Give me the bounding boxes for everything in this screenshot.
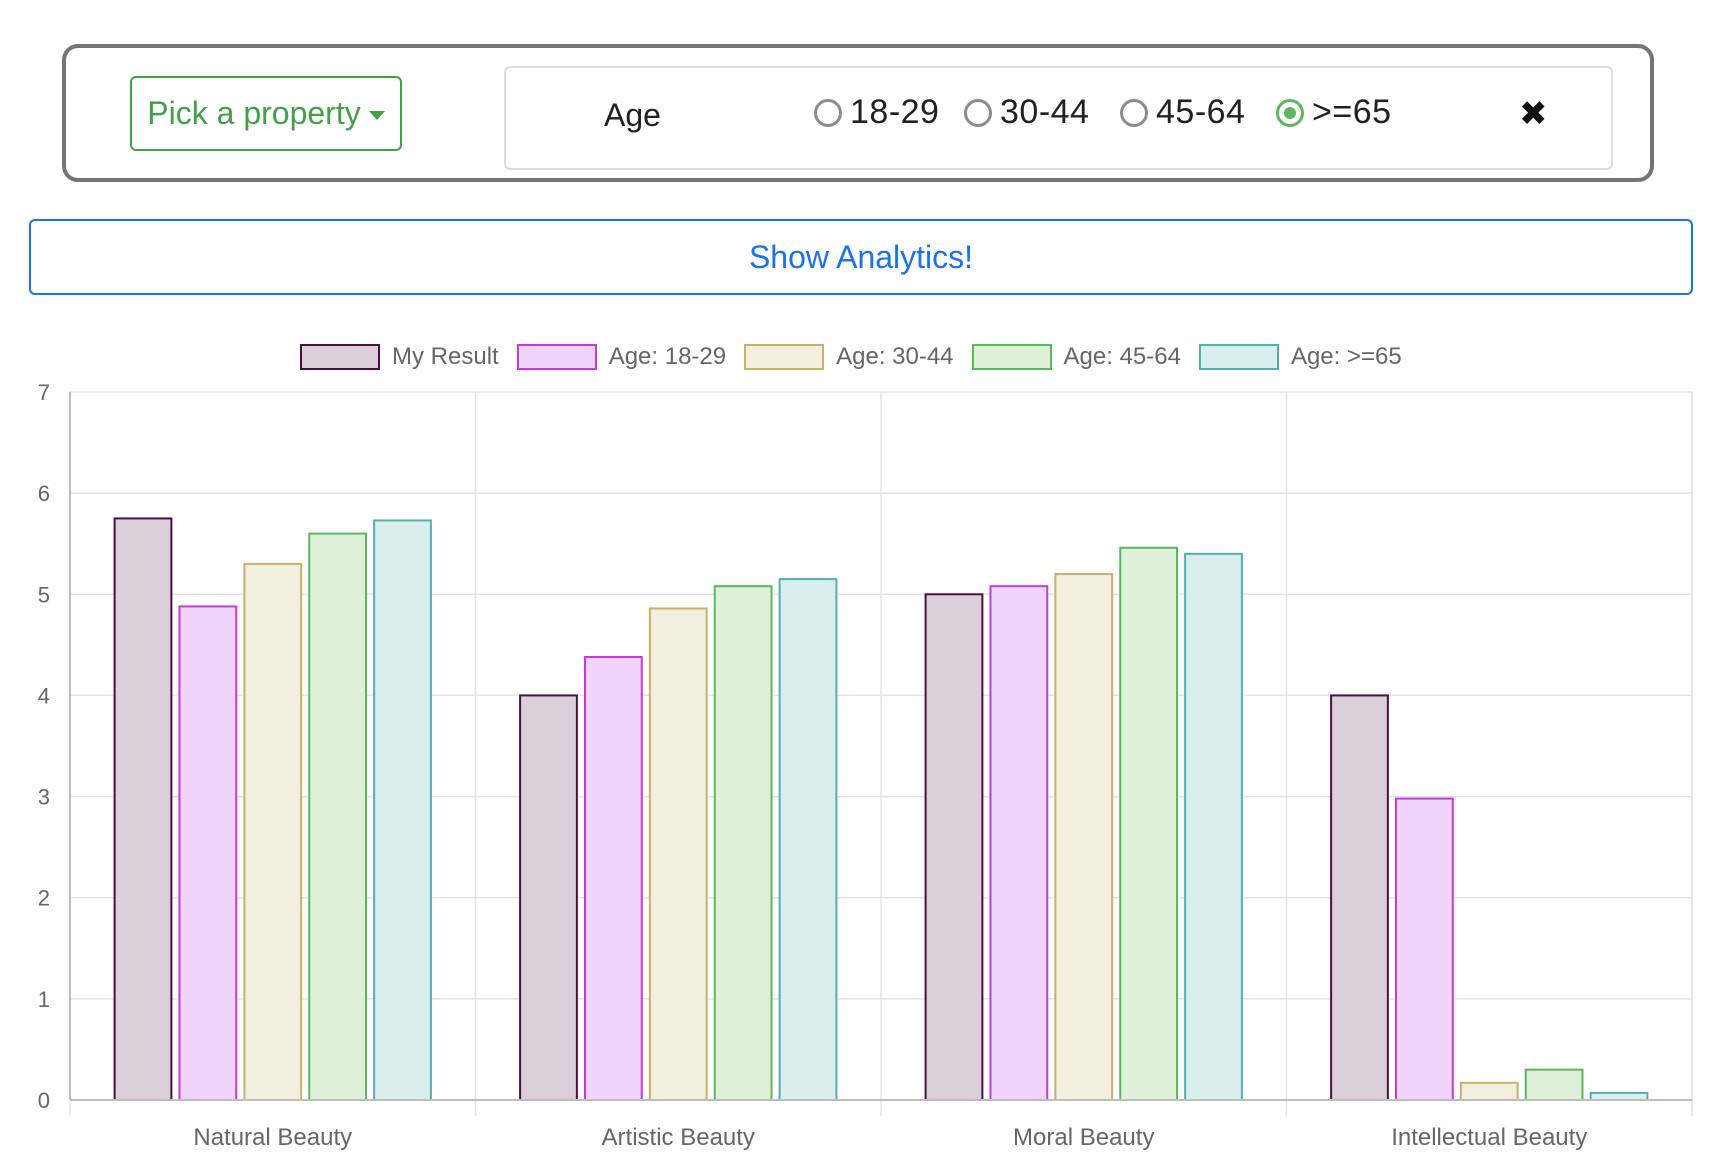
radio-button[interactable]	[1120, 98, 1148, 127]
legend-item[interactable]: Age: 18-29	[516, 343, 727, 371]
bar	[1054, 573, 1114, 1102]
property-panel: Age 18-29 30-44 45-64 >=65 ✖	[504, 66, 1613, 170]
pick-property-label: Pick a property	[147, 95, 361, 131]
show-analytics-button[interactable]: Show Analytics!	[29, 219, 1693, 295]
bar	[778, 578, 838, 1102]
bar	[243, 562, 303, 1101]
legend-swatch	[744, 344, 825, 370]
x-tick-label: Natural Beauty	[193, 1124, 352, 1151]
property-filter-box: Pick a property Age 18-29 30-44 45-64 >=…	[62, 44, 1654, 182]
legend-swatch	[516, 344, 597, 370]
radio-label: 30-44	[1000, 93, 1090, 131]
bar-chart: 0 1 2 3 4 5 6 7 Natural Beauty Artistic Beauty Mor…	[38, 380, 1693, 1151]
bar	[1589, 1091, 1649, 1101]
x-tick-label: Artistic Beauty	[602, 1124, 755, 1151]
pick-property-dropdown[interactable]: Pick a property	[130, 76, 402, 151]
y-tick-label: 7	[38, 380, 50, 405]
radio-label: >=65	[1312, 93, 1392, 131]
y-tick-label: 4	[38, 683, 50, 708]
radio-label: 45-64	[1156, 93, 1246, 131]
legend-label: My Result	[392, 343, 499, 370]
legend-item[interactable]: Age: >=65	[1198, 343, 1402, 371]
radio-option-45-64[interactable]: 45-64	[1120, 93, 1245, 132]
bar	[1524, 1068, 1584, 1102]
bar	[583, 655, 643, 1101]
bar	[1330, 694, 1389, 1101]
bar	[989, 585, 1049, 1102]
chart-legend: My Result Age: 18-29 Age: 30-44 Age: 45-64 A…	[300, 343, 1420, 371]
bar	[373, 519, 432, 1102]
legend-swatch	[971, 344, 1052, 370]
y-tick-label: 2	[38, 886, 50, 911]
bar	[1394, 797, 1454, 1101]
bar	[1184, 552, 1243, 1102]
y-tick-label: 3	[38, 785, 50, 810]
bar	[1119, 546, 1179, 1101]
radio-label: 18-29	[850, 93, 940, 131]
bar	[1459, 1081, 1519, 1102]
legend-swatch	[1198, 344, 1279, 370]
bar	[178, 605, 238, 1101]
y-tick-label: 6	[38, 481, 50, 506]
bar	[113, 517, 173, 1101]
x-tick-label: Intellectual Beauty	[1391, 1124, 1587, 1151]
radio-button[interactable]	[814, 98, 842, 127]
x-tick-label: Moral Beauty	[1013, 1124, 1154, 1151]
legend-item[interactable]: My Result	[300, 343, 499, 371]
y-tick-label: 1	[38, 987, 50, 1012]
y-tick-label: 0	[38, 1088, 50, 1113]
legend-label: Age: 30-44	[836, 343, 954, 370]
radio-option-30-44[interactable]: 30-44	[964, 93, 1089, 132]
bar	[308, 532, 368, 1102]
radio-button-checked[interactable]	[1276, 98, 1304, 127]
legend-label: Age: 45-64	[1063, 343, 1181, 370]
legend-label: Age: 18-29	[608, 343, 727, 370]
legend-swatch	[300, 344, 380, 370]
radio-option-65-plus[interactable]: >=65	[1276, 93, 1392, 132]
legend-item[interactable]: Age: 45-64	[971, 343, 1181, 371]
radio-option-18-29[interactable]: 18-29	[814, 93, 939, 132]
property-name: Age	[604, 97, 661, 133]
legend-label: Age: >=65	[1290, 343, 1402, 370]
bar	[648, 607, 708, 1101]
y-tick-label: 5	[38, 582, 50, 607]
close-icon[interactable]: ✖	[1519, 94, 1548, 134]
bar	[519, 694, 578, 1101]
bar	[924, 593, 984, 1102]
radio-button[interactable]	[964, 98, 992, 127]
legend-item[interactable]: Age: 30-44	[744, 343, 954, 371]
caret-down-icon	[368, 111, 385, 121]
bar	[713, 585, 773, 1102]
